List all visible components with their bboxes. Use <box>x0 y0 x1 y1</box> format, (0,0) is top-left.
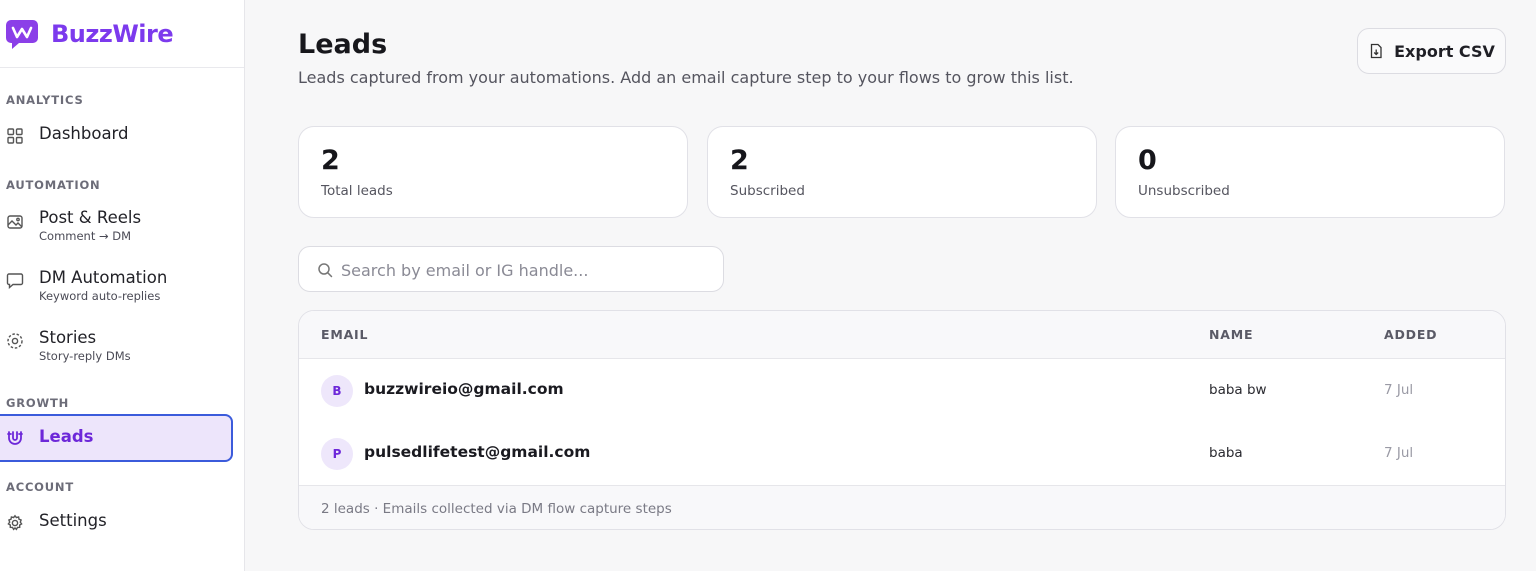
section-label-automation: AUTOMATION <box>6 178 101 192</box>
stat-card-subscribed: 2 Subscribed <box>707 126 1097 218</box>
table-row[interactable]: B buzzwireio@gmail.com baba bw 7 Jul <box>299 359 1505 422</box>
stat-label: Subscribed <box>730 183 805 199</box>
lead-name: baba bw <box>1209 382 1267 398</box>
stat-value: 0 <box>1138 145 1157 176</box>
sidebar-item-label: Post & Reels <box>39 208 142 227</box>
lead-added-date: 7 Jul <box>1384 382 1414 398</box>
table-footer: 2 leads · Emails collected via DM flow c… <box>299 485 1505 529</box>
search-box <box>298 246 724 292</box>
table-footer-text: 2 leads · Emails collected via DM flow c… <box>321 501 672 517</box>
brand[interactable]: BuzzWire <box>0 0 244 68</box>
sidebar-item-post-reels[interactable]: Post & Reels Comment → DM <box>0 206 233 250</box>
page-title: Leads <box>298 29 388 60</box>
export-csv-label: Export CSV <box>1394 41 1495 61</box>
image-icon <box>7 215 23 229</box>
column-header-name[interactable]: NAME <box>1209 327 1253 342</box>
brand-name: BuzzWire <box>51 19 174 48</box>
stat-label: Total leads <box>321 183 393 199</box>
grid-icon <box>7 128 23 144</box>
section-label-account: ACCOUNT <box>6 480 74 494</box>
lead-email: pulsedlifetest@gmail.com <box>364 443 591 461</box>
file-download-icon <box>1370 43 1382 59</box>
table-row[interactable]: P pulsedlifetest@gmail.com baba 7 Jul <box>299 422 1505 485</box>
column-header-email[interactable]: EMAIL <box>321 327 368 342</box>
sidebar-item-label: Leads <box>39 427 94 446</box>
sidebar-item-stories[interactable]: Stories Story-reply DMs <box>0 326 233 370</box>
stories-icon <box>7 333 23 349</box>
sidebar-item-dashboard[interactable]: Dashboard <box>0 121 233 149</box>
stat-value: 2 <box>321 145 340 176</box>
export-csv-button[interactable]: Export CSV <box>1357 28 1506 74</box>
gear-icon <box>7 514 23 531</box>
chat-icon <box>6 273 24 289</box>
sidebar-item-sublabel: Keyword auto-replies <box>39 289 161 303</box>
search-input[interactable] <box>341 255 711 285</box>
column-header-added[interactable]: ADDED <box>1384 327 1437 342</box>
section-label-growth: GROWTH <box>6 396 70 410</box>
table-header: EMAIL NAME ADDED <box>299 311 1505 359</box>
leads-table: EMAIL NAME ADDED B buzzwireio@gmail.com … <box>298 310 1506 530</box>
page-subtitle: Leads captured from your automations. Ad… <box>298 68 1074 87</box>
sidebar-item-dm-automation[interactable]: DM Automation Keyword auto-replies <box>0 266 233 310</box>
section-label-analytics: ANALYTICS <box>6 93 84 107</box>
lead-added-date: 7 Jul <box>1384 445 1414 461</box>
stat-card-unsubscribed: 0 Unsubscribed <box>1115 126 1505 218</box>
main-content: Leads Leads captured from your automatio… <box>246 0 1536 571</box>
sidebar-item-label: DM Automation <box>39 268 168 287</box>
sidebar: BuzzWire ANALYTICS Dashboard AUTOMATION … <box>0 0 245 571</box>
sidebar-item-sublabel: Comment → DM <box>39 229 132 243</box>
sidebar-item-leads[interactable]: Leads <box>0 414 233 462</box>
sidebar-item-settings[interactable]: Settings <box>0 508 233 536</box>
sidebar-item-label: Settings <box>39 511 107 530</box>
sidebar-item-sublabel: Story-reply DMs <box>39 349 131 363</box>
lead-name: baba <box>1209 445 1243 461</box>
stat-label: Unsubscribed <box>1138 183 1230 199</box>
stat-value: 2 <box>730 145 749 176</box>
search-icon <box>318 263 333 278</box>
sidebar-item-label: Stories <box>39 328 97 347</box>
avatar: B <box>321 375 353 407</box>
magnet-icon <box>7 431 23 445</box>
sidebar-item-label: Dashboard <box>39 124 129 143</box>
lead-email: buzzwireio@gmail.com <box>364 380 564 398</box>
stat-card-total: 2 Total leads <box>298 126 688 218</box>
buzzwire-logo-icon <box>6 19 38 49</box>
avatar: P <box>321 438 353 470</box>
